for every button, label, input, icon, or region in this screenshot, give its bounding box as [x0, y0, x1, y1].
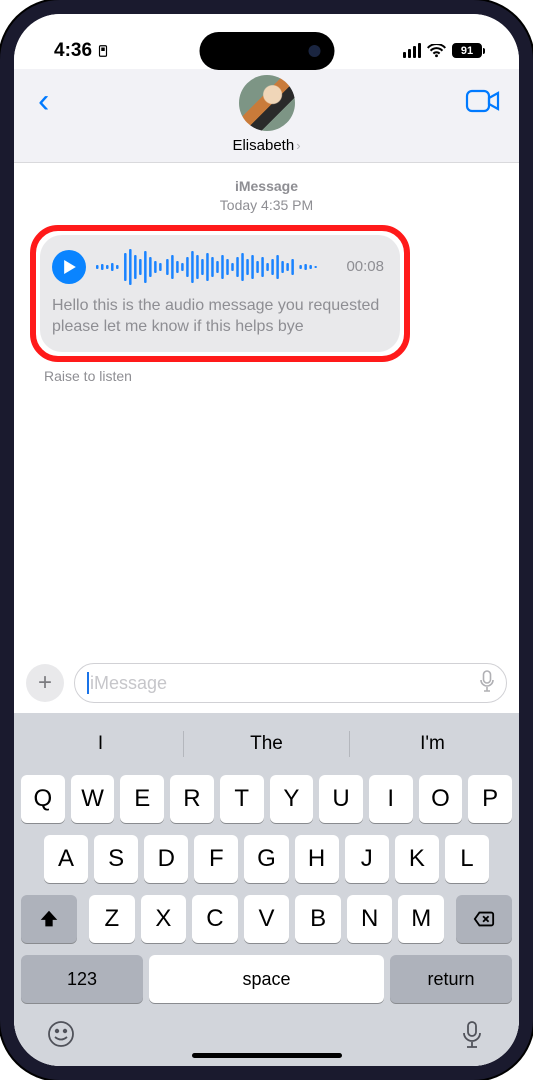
contact-name-button[interactable]: Elisabeth › — [232, 137, 300, 154]
key-k[interactable]: K — [395, 835, 439, 883]
key-n[interactable]: N — [347, 895, 393, 943]
message-input[interactable]: iMessage — [74, 663, 507, 703]
audio-transcript: Hello this is the audio message you requ… — [52, 295, 384, 338]
shift-key[interactable] — [21, 895, 77, 943]
cellular-icon — [403, 43, 422, 58]
home-indicator[interactable] — [192, 1053, 342, 1058]
key-i[interactable]: I — [369, 775, 413, 823]
key-v[interactable]: V — [244, 895, 290, 943]
key-e[interactable]: E — [120, 775, 164, 823]
suggestion-2[interactable]: The — [184, 733, 349, 755]
dynamic-island — [199, 32, 334, 70]
key-t[interactable]: T — [220, 775, 264, 823]
key-p[interactable]: P — [468, 775, 512, 823]
key-h[interactable]: H — [295, 835, 339, 883]
key-q[interactable]: Q — [21, 775, 65, 823]
key-w[interactable]: W — [71, 775, 115, 823]
backspace-key[interactable] — [456, 895, 512, 943]
key-l[interactable]: L — [445, 835, 489, 883]
key-r[interactable]: R — [170, 775, 214, 823]
back-button[interactable]: ‹ — [38, 82, 49, 125]
suggestion-1[interactable]: I — [18, 733, 183, 755]
keyboard: I The I'm QWERTYUIOP ASDFGHJKL ZXCVBNM 1… — [14, 713, 519, 1066]
key-s[interactable]: S — [94, 835, 138, 883]
predictive-bar: I The I'm — [18, 719, 515, 769]
play-button[interactable] — [52, 250, 86, 284]
conversation-header: ‹ Elisabeth › — [14, 69, 519, 163]
key-y[interactable]: Y — [270, 775, 314, 823]
key-a[interactable]: A — [44, 835, 88, 883]
audio-message-bubble[interactable]: 00:08 Hello this is the audio message yo… — [40, 235, 400, 352]
key-g[interactable]: G — [244, 835, 288, 883]
thread-timestamp: iMessageToday 4:35 PM — [30, 177, 503, 215]
facetime-button[interactable] — [465, 88, 501, 119]
key-d[interactable]: D — [144, 835, 188, 883]
key-j[interactable]: J — [345, 835, 389, 883]
raise-to-listen-hint: Raise to listen — [44, 368, 503, 384]
key-b[interactable]: B — [295, 895, 341, 943]
dictation-key[interactable] — [457, 1019, 487, 1054]
key-m[interactable]: M — [398, 895, 444, 943]
contact-avatar[interactable] — [239, 75, 295, 131]
key-f[interactable]: F — [194, 835, 238, 883]
contact-name: Elisabeth — [232, 137, 294, 154]
key-c[interactable]: C — [192, 895, 238, 943]
dictation-icon[interactable] — [478, 670, 496, 697]
numbers-key[interactable]: 123 — [21, 955, 143, 1003]
audio-duration: 00:08 — [346, 258, 384, 275]
chevron-right-icon: › — [296, 138, 300, 153]
space-key[interactable]: space — [149, 955, 384, 1003]
wifi-icon — [427, 44, 446, 58]
tutorial-highlight: 00:08 Hello this is the audio message yo… — [30, 225, 410, 362]
emoji-key[interactable] — [46, 1019, 76, 1054]
return-key[interactable]: return — [390, 955, 512, 1003]
suggestion-3[interactable]: I'm — [350, 733, 515, 755]
message-thread: iMessageToday 4:35 PM — [14, 163, 519, 655]
toggle-icon — [96, 44, 110, 58]
key-o[interactable]: O — [419, 775, 463, 823]
battery-icon: 91 — [452, 43, 485, 58]
key-x[interactable]: X — [141, 895, 187, 943]
compose-bar: + iMessage — [14, 655, 519, 713]
add-attachment-button[interactable]: + — [26, 664, 64, 702]
key-z[interactable]: Z — [89, 895, 135, 943]
audio-waveform[interactable] — [96, 249, 336, 285]
status-time: 4:36 — [54, 40, 92, 62]
key-u[interactable]: U — [319, 775, 363, 823]
message-placeholder: iMessage — [90, 673, 167, 694]
